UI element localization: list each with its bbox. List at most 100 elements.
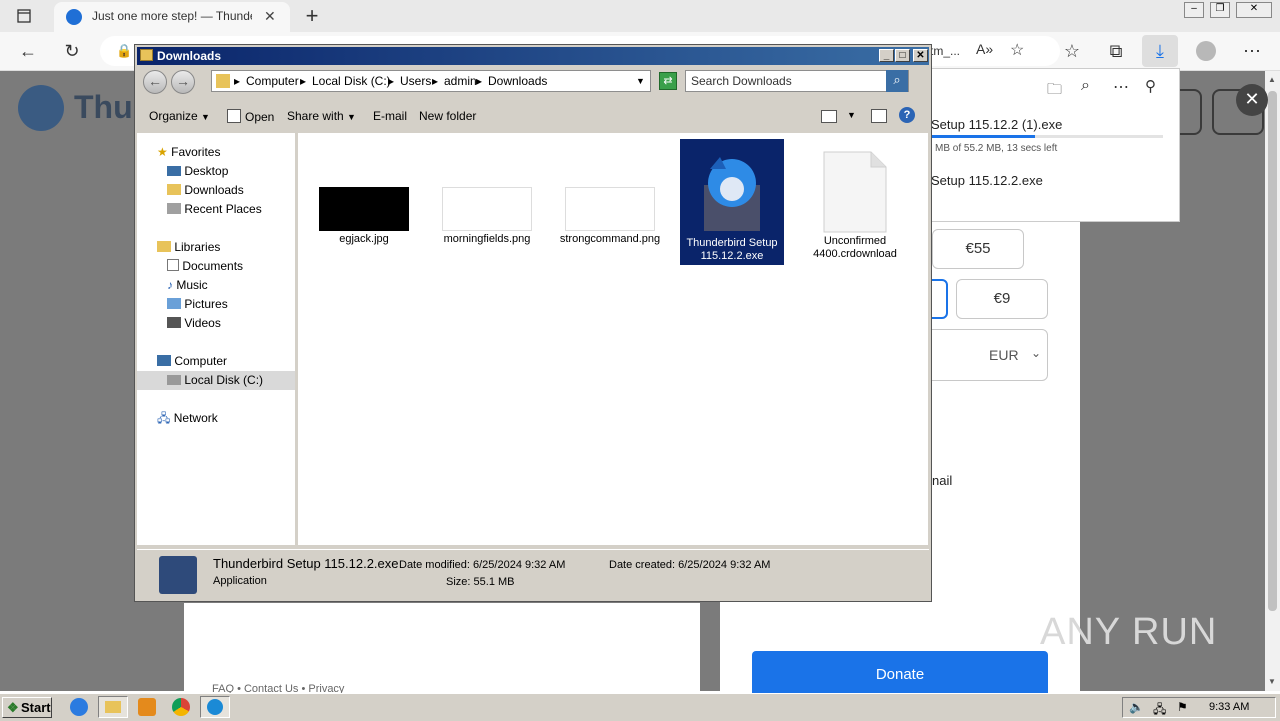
- more-menu-icon[interactable]: ⋯: [1238, 37, 1266, 65]
- back-arrow-icon[interactable]: ←: [14, 37, 42, 65]
- nav-computer[interactable]: Computer: [157, 352, 227, 371]
- forward-icon[interactable]: →: [171, 70, 195, 94]
- thunderbird-logo-icon: [18, 85, 64, 131]
- tab-actions-icon[interactable]: [10, 2, 38, 30]
- explorer-command-bar: Organize ▼ Open Share with ▼ E-mail New …: [137, 101, 929, 131]
- refresh-icon[interactable]: ↻: [58, 37, 86, 65]
- media-player-icon[interactable]: [138, 698, 156, 716]
- size-value: 55.1 MB: [473, 576, 515, 588]
- nav-documents[interactable]: Documents: [167, 257, 243, 276]
- donate-button[interactable]: Donate: [752, 651, 1048, 697]
- file-item[interactable]: Unconfirmed 4400.crdownload: [803, 143, 907, 261]
- search-icon[interactable]: ⌕: [886, 70, 908, 92]
- browser-restore-icon[interactable]: ❐: [1210, 2, 1230, 18]
- nav-libraries[interactable]: Libraries: [157, 238, 220, 257]
- new-tab-plus-icon[interactable]: +: [298, 2, 326, 30]
- browser-minimize-icon[interactable]: –: [1184, 2, 1204, 18]
- file-item[interactable]: morningfields.png: [435, 143, 539, 246]
- collections-icon[interactable]: ⧉: [1102, 37, 1130, 65]
- nav-music[interactable]: ♪ Music: [167, 276, 208, 295]
- profile-avatar-icon[interactable]: [1196, 41, 1216, 61]
- tab-close-icon[interactable]: ✕: [264, 8, 276, 25]
- open-folder-icon[interactable]: 🗀: [1047, 79, 1062, 104]
- breadcrumb-downloads[interactable]: Downloads: [488, 74, 547, 88]
- breadcrumb-localdisk[interactable]: Local Disk (C:): [312, 74, 391, 88]
- breadcrumb[interactable]: ▸ Computer ▸ Local Disk (C:) ▸ Users ▸ a…: [211, 70, 651, 92]
- nav-favorites[interactable]: ★ Favorites: [157, 143, 220, 162]
- add-favorite-star-icon[interactable]: ☆: [1010, 40, 1024, 60]
- share-with-button[interactable]: Share with ▼: [287, 109, 356, 123]
- file-item[interactable]: egjack.jpg: [312, 143, 416, 246]
- explorer-titlebar[interactable]: Downloads _ □ ✕: [137, 47, 929, 65]
- url-text: tm_...: [930, 44, 961, 58]
- browser-close-icon[interactable]: ✕: [1236, 2, 1272, 18]
- desktop-icon: [167, 166, 181, 176]
- help-icon[interactable]: ?: [899, 107, 915, 123]
- breadcrumb-separator[interactable]: ▸: [388, 74, 394, 88]
- breadcrumb-separator[interactable]: ▸: [476, 74, 482, 88]
- breadcrumb-separator[interactable]: ▸: [234, 74, 240, 88]
- nav-label: Favorites: [171, 145, 221, 159]
- chevron-down-icon[interactable]: ▼: [847, 110, 856, 120]
- nav-desktop[interactable]: Desktop: [167, 162, 228, 181]
- browser-tab-active[interactable]: Just one more step! — Thunderbird ✕: [54, 2, 290, 32]
- organize-button[interactable]: Organize ▼: [149, 109, 210, 123]
- page-scrollbar[interactable]: ▲ ▼: [1265, 71, 1280, 691]
- chrome-icon[interactable]: [172, 698, 190, 716]
- maximize-icon[interactable]: □: [895, 49, 910, 62]
- breadcrumb-admin[interactable]: admin: [444, 74, 477, 88]
- nav-network[interactable]: 🖧 Network: [157, 409, 218, 428]
- minimize-icon[interactable]: _: [879, 49, 894, 62]
- amount-option-55[interactable]: €55: [932, 229, 1024, 269]
- back-icon[interactable]: ←: [143, 70, 167, 94]
- breadcrumb-separator[interactable]: ▸: [300, 74, 306, 88]
- pin-icon[interactable]: ⚲: [1145, 77, 1156, 95]
- preview-pane-icon[interactable]: [871, 109, 887, 123]
- lock-icon: 🔒: [116, 43, 133, 58]
- nav-pictures[interactable]: Pictures: [167, 295, 228, 314]
- new-folder-button[interactable]: New folder: [419, 109, 476, 123]
- nav-videos[interactable]: Videos: [167, 314, 221, 333]
- scroll-thumb[interactable]: [1268, 91, 1277, 611]
- nav-downloads[interactable]: Downloads: [167, 181, 244, 200]
- email-button[interactable]: E-mail: [373, 109, 407, 123]
- downloads-toolbar-icon[interactable]: ⤓: [1142, 35, 1178, 67]
- chevron-down-icon[interactable]: ▼: [636, 76, 645, 86]
- taskbar-edge-button[interactable]: [200, 696, 230, 718]
- breadcrumb-separator[interactable]: ▸: [432, 74, 438, 88]
- refresh-icon[interactable]: ⇄: [659, 72, 677, 90]
- search-downloads-icon[interactable]: ⌕: [1081, 77, 1090, 95]
- clock[interactable]: 9:33 AM: [1209, 701, 1249, 713]
- volume-icon[interactable]: 🔈: [1129, 700, 1144, 714]
- file-item[interactable]: strongcommand.png: [558, 143, 662, 246]
- details-size: Size: 55.1 MB: [446, 576, 515, 588]
- download-item-name[interactable]: Setup 115.12.2 (1).exe: [931, 117, 1062, 132]
- browser-tab-strip: Just one more step! — Thunderbird ✕ + – …: [0, 0, 1280, 32]
- scroll-up-icon[interactable]: ▲: [1268, 75, 1276, 84]
- close-overlay-icon[interactable]: ✕: [1236, 84, 1268, 116]
- modified-value: 6/25/2024 9:32 AM: [473, 559, 566, 571]
- network-tray-icon[interactable]: 🖧: [1153, 700, 1166, 721]
- start-button[interactable]: ❖ Start: [2, 697, 52, 718]
- open-button[interactable]: Open: [227, 109, 274, 124]
- close-icon[interactable]: ✕: [913, 49, 928, 62]
- favorites-icon[interactable]: ☆: [1058, 37, 1086, 65]
- flag-icon[interactable]: ⚑: [1177, 700, 1188, 714]
- amount-option-9[interactable]: €9: [956, 279, 1048, 319]
- breadcrumb-users[interactable]: Users: [400, 74, 431, 88]
- breadcrumb-computer[interactable]: Computer: [246, 74, 299, 88]
- nav-local-disk[interactable]: Local Disk (C:): [137, 371, 295, 390]
- taskbar-explorer-button[interactable]: [98, 696, 128, 718]
- taskbar: ❖ Start 🔈 🖧 ⚑ 9:33 AM: [0, 693, 1280, 721]
- search-input[interactable]: Search Downloads ⌕: [685, 70, 909, 92]
- chevron-down-icon: ⌄: [1031, 346, 1042, 360]
- nav-recent-places[interactable]: Recent Places: [167, 200, 262, 219]
- read-aloud-icon[interactable]: A»: [976, 41, 993, 57]
- download-item-name-2[interactable]: Setup 115.12.2.exe: [931, 173, 1043, 188]
- scroll-down-icon[interactable]: ▼: [1268, 677, 1276, 686]
- internet-explorer-icon[interactable]: [70, 698, 88, 716]
- file-item-selected[interactable]: Thunderbird Setup 115.12.2.exe: [680, 139, 784, 265]
- details-pane: Thunderbird Setup 115.12.2.exe Applicati…: [137, 549, 929, 600]
- change-view-icon[interactable]: [821, 110, 837, 123]
- downloads-more-icon[interactable]: ⋯: [1113, 77, 1129, 97]
